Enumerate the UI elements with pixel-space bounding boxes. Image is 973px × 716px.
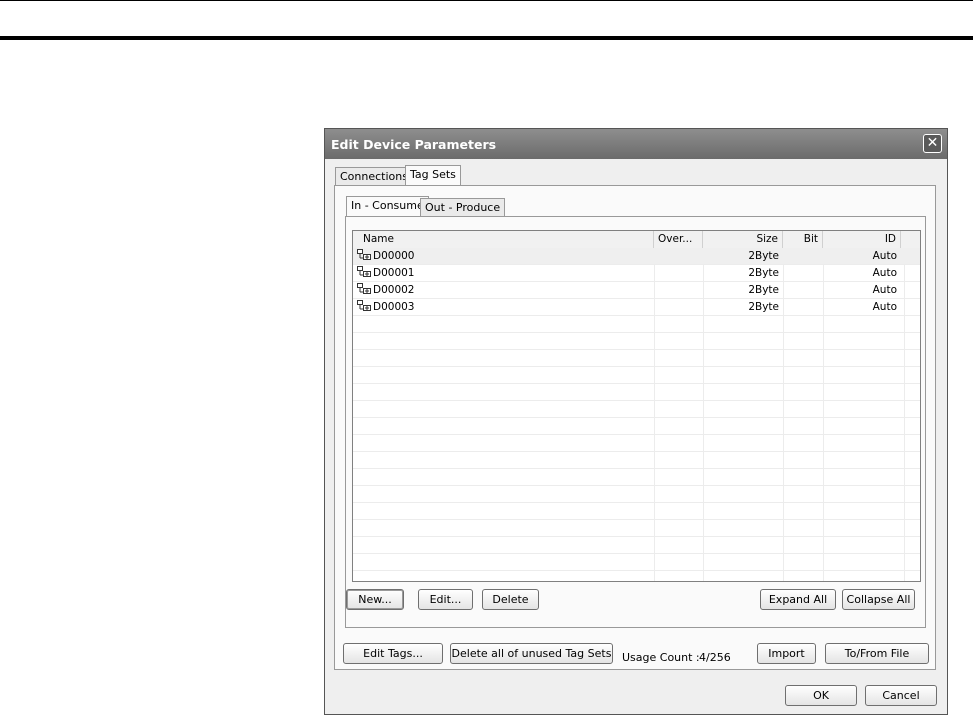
cancel-button[interactable]: Cancel: [865, 685, 937, 706]
table-row[interactable]: D00003 2Byte Auto: [353, 299, 920, 316]
cell-bit: [783, 265, 823, 281]
tag-set-name: D00002: [373, 284, 415, 296]
cell-size: 2Byte: [748, 250, 779, 262]
empty-row: [353, 384, 920, 401]
tab-in-consume[interactable]: In - Consume: [346, 196, 429, 216]
empty-row: [353, 333, 920, 350]
edit-tags-button[interactable]: Edit Tags...: [343, 643, 443, 664]
tag-set-list[interactable]: Name Over... Size Bit ID D00000 2Byte Auto…: [352, 230, 921, 582]
cell-size: 2Byte: [748, 267, 779, 279]
ok-button[interactable]: OK: [785, 685, 857, 706]
empty-row: [353, 520, 920, 537]
cell-bit: [783, 299, 823, 315]
table-row[interactable]: D00000 2Byte Auto: [353, 248, 920, 265]
cell-over: [654, 265, 703, 281]
cell-size: 2Byte: [748, 301, 779, 313]
delete-button[interactable]: Delete: [482, 589, 539, 610]
cell-name: D00003: [353, 299, 654, 315]
dialog-titlebar: Edit Device Parameters ✕: [325, 129, 947, 159]
empty-row: [353, 503, 920, 520]
usage-count-label: Usage Count :: [622, 651, 700, 664]
empty-row: [353, 554, 920, 571]
cell-id: Auto: [872, 267, 897, 279]
tag-set-tree-icon[interactable]: [357, 266, 371, 277]
column-header-size[interactable]: Size: [703, 231, 783, 248]
cell-name: D00002: [353, 282, 654, 298]
column-header-name[interactable]: Name: [353, 231, 654, 248]
empty-row: [353, 571, 920, 581]
table-row[interactable]: D00002 2Byte Auto: [353, 282, 920, 299]
delete-unused-tag-sets-button[interactable]: Delete all of unused Tag Sets: [450, 643, 613, 664]
cell-over: [654, 299, 703, 315]
tag-set-name: D00000: [373, 250, 415, 262]
import-button[interactable]: Import: [757, 643, 816, 664]
in-consume-panel: Name Over... Size Bit ID D00000 2Byte Auto…: [345, 216, 926, 628]
to-from-file-button[interactable]: To/From File: [825, 643, 929, 664]
column-header-over[interactable]: Over...: [654, 231, 703, 248]
tag-sets-panel: In - Consume Out - Produce Name Over... …: [334, 185, 936, 670]
empty-row: [353, 316, 920, 333]
dialog-title: Edit Device Parameters: [331, 137, 497, 152]
edit-button[interactable]: Edit...: [418, 589, 473, 610]
tag-set-tree-icon[interactable]: [357, 300, 371, 311]
edit-device-parameters-dialog: Edit Device Parameters ✕ Connections Tag…: [324, 128, 948, 715]
cell-over: [654, 248, 703, 264]
tab-tag-sets[interactable]: Tag Sets: [405, 165, 461, 185]
cell-over: [654, 282, 703, 298]
cell-bit: [783, 282, 823, 298]
tag-set-tree-icon[interactable]: [357, 249, 371, 260]
list-header: Name Over... Size Bit ID: [353, 231, 920, 249]
cell-id: Auto: [872, 301, 897, 313]
column-header-id[interactable]: ID: [823, 231, 901, 248]
empty-row: [353, 350, 920, 367]
empty-row: [353, 452, 920, 469]
tag-set-name: D00001: [373, 267, 415, 279]
cell-name: D00001: [353, 265, 654, 281]
empty-row: [353, 401, 920, 418]
empty-row: [353, 537, 920, 554]
empty-row: [353, 418, 920, 435]
empty-row: [353, 486, 920, 503]
document-header-rule: [0, 36, 973, 40]
cell-id: Auto: [872, 284, 897, 296]
table-row[interactable]: D00001 2Byte Auto: [353, 265, 920, 282]
column-header-bit[interactable]: Bit: [783, 231, 823, 248]
tag-set-tree-icon[interactable]: [357, 283, 371, 294]
empty-row: [353, 469, 920, 486]
cell-size: 2Byte: [748, 284, 779, 296]
collapse-all-button[interactable]: Collapse All: [842, 589, 915, 610]
cell-bit: [783, 248, 823, 264]
new-button[interactable]: New...: [346, 589, 404, 610]
usage-count-value: 4/256: [699, 651, 731, 664]
close-icon[interactable]: ✕: [923, 134, 942, 153]
tab-connections[interactable]: Connections: [335, 167, 413, 185]
cell-name: D00000: [353, 248, 654, 264]
empty-row: [353, 435, 920, 452]
tab-out-produce[interactable]: Out - Produce: [420, 198, 506, 216]
cell-id: Auto: [872, 250, 897, 262]
tag-set-name: D00003: [373, 301, 415, 313]
document-top-rule: [0, 0, 973, 1]
empty-row: [353, 367, 920, 384]
expand-all-button[interactable]: Expand All: [760, 589, 836, 610]
